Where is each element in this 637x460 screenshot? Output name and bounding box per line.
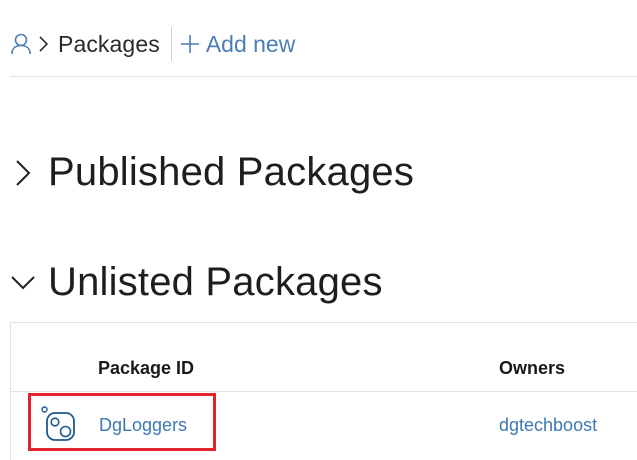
breadcrumb: Packages Add new	[10, 26, 637, 62]
user-icon[interactable]	[10, 32, 32, 56]
chevron-right-icon	[10, 153, 36, 193]
column-header-owners[interactable]: Owners	[499, 358, 565, 379]
chevron-right-icon	[36, 32, 52, 56]
section-toggle-published[interactable]: Published Packages	[10, 150, 414, 195]
add-new-label: Add new	[205, 30, 296, 57]
breadcrumb-divider	[170, 27, 172, 61]
column-header-package-id[interactable]: Package ID	[98, 358, 194, 379]
section-title-published: Published Packages	[48, 150, 415, 194]
section-toggle-unlisted[interactable]: Unlisted Packages	[10, 260, 383, 305]
section-title-unlisted: Unlisted Packages	[48, 260, 383, 304]
manage-packages-page: Packages Add new Published Packages Unli…	[0, 0, 637, 460]
chevron-down-icon	[10, 263, 36, 303]
breadcrumb-current: Packages	[58, 30, 160, 57]
unlisted-packages-table: Package ID Owners DgLoggers dgtechboost	[10, 322, 637, 460]
header-divider	[10, 76, 637, 77]
add-new-button[interactable]: Add new	[180, 30, 296, 58]
table-header-divider	[11, 391, 637, 392]
package-id-link[interactable]: DgLoggers	[99, 415, 187, 436]
package-icon	[41, 406, 77, 442]
owner-link[interactable]: dgtechboost	[499, 415, 597, 436]
plus-icon	[180, 34, 200, 54]
